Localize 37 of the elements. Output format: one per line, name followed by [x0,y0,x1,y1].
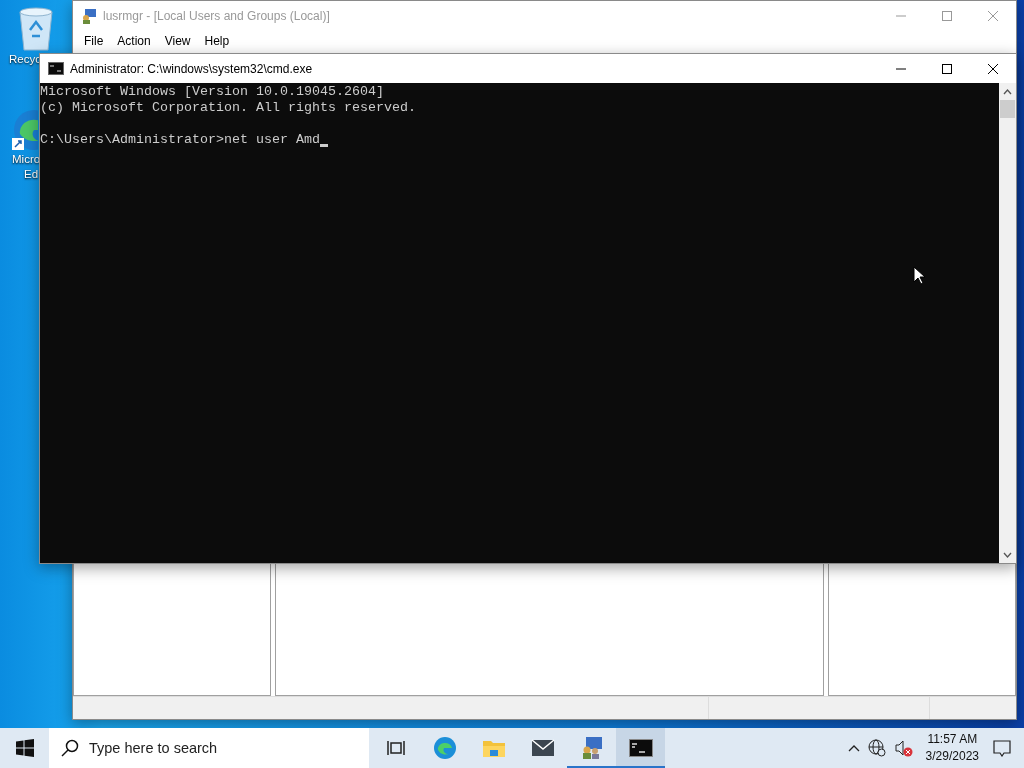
icon-label: Recyc [9,52,41,67]
menu-item[interactable]: Action [110,34,158,48]
maximize-icon [942,10,952,21]
recycle-bin-icon [16,6,56,52]
close-icon [988,10,998,21]
clock-date: 3/29/2023 [925,748,979,765]
console-icon [48,62,64,75]
chevron-down-icon [1003,551,1012,558]
task-view-icon [386,740,405,756]
console-line: (c) Microsoft Corporation. All rights reserved. [40,100,416,116]
users-icon [81,7,97,24]
icon-label: Ed [24,167,39,182]
edge-icon [432,736,457,760]
search-icon [61,739,79,757]
console-prompt: C:\Users\Administrator>net user Amd [40,132,320,148]
menu-item[interactable]: View [157,34,198,48]
taskbar-app-button[interactable] [616,728,665,768]
maximize-icon [942,63,952,74]
window-title: Administrator: C:\windows\system32\cmd.exe [70,61,314,76]
clock[interactable]: 11:57 AM 3/29/2023 [917,731,987,765]
mouse-pointer-icon [913,266,925,285]
folder-icon [481,738,506,758]
icon-label: Micro [12,152,41,167]
console-line: Microsoft Windows [Version 10.0.19045.2604] [40,84,384,100]
menu-item[interactable]: Help [197,34,237,48]
minimize-icon [896,67,906,70]
minimize-icon [896,14,906,17]
menu-item[interactable]: File [77,34,111,48]
chevron-up-icon [1003,88,1012,95]
clock-time: 11:57 AM [927,731,978,748]
mail-icon [530,739,555,757]
windows-logo-icon [15,739,34,757]
console-icon [628,739,653,757]
search-field[interactable]: Type here to search [49,728,369,768]
scroll-thumb[interactable] [1000,100,1015,118]
window-title: lusrmgr - [Local Users and Groups (Local)] [103,8,331,23]
close-icon [988,63,998,74]
